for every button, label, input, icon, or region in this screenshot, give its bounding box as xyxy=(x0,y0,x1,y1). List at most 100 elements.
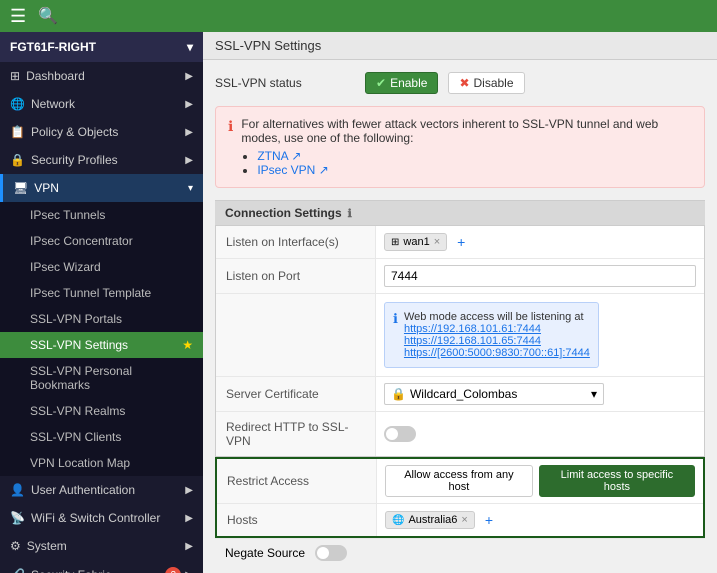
security-fabric-badge: 2 xyxy=(165,567,181,573)
sidebar-item-security-fabric[interactable]: 🔗 Security Fabric 2 ▶ xyxy=(0,560,203,573)
warning-content: For alternatives with fewer attack vecto… xyxy=(241,117,692,177)
sidebar-item-security-profiles[interactable]: 🔒 Security Profiles ▶ xyxy=(0,146,203,174)
sidebar-sub-item-ssl-vpn-settings[interactable]: SSL-VPN Settings ★ xyxy=(0,332,203,358)
sidebar: FGT61F-RIGHT ▾ ⊞ Dashboard ▶ 🌐 Network ▶… xyxy=(0,32,203,573)
network-icon: 🌐 xyxy=(10,97,25,111)
negate-source-toggle[interactable] xyxy=(315,545,347,561)
sidebar-sub-item-ipsec-wizard[interactable]: IPsec Wizard xyxy=(0,254,203,280)
chevron-right-icon: ▶ xyxy=(185,71,193,82)
host-tag[interactable]: 🌐 Australia6 × xyxy=(385,511,475,529)
sidebar-sub-item-ipsec-tunnel-template[interactable]: IPsec Tunnel Template xyxy=(0,280,203,306)
sidebar-item-label: Security Profiles xyxy=(31,153,118,167)
sidebar-item-label: VPN xyxy=(34,181,59,195)
policy-icon: 📋 xyxy=(10,125,25,139)
sidebar-sub-item-ipsec-concentrator[interactable]: IPsec Concentrator xyxy=(0,228,203,254)
tag-close-icon[interactable]: × xyxy=(434,236,440,248)
sidebar-item-label: Dashboard xyxy=(26,69,85,83)
fabric-icon: 🔗 xyxy=(10,568,25,573)
info-box: ℹ Web mode access will be listening at h… xyxy=(384,302,599,368)
sidebar-item-label: System xyxy=(27,539,67,553)
server-cert-row: Server Certificate 🔒 Wildcard_Colombas ▾ xyxy=(216,377,704,412)
menu-icon[interactable]: ☰ xyxy=(10,6,26,27)
device-selector[interactable]: FGT61F-RIGHT ▾ xyxy=(0,32,203,62)
redirect-http-toggle-button[interactable] xyxy=(384,426,416,442)
warning-icon: ℹ xyxy=(228,118,233,177)
listen-port-row: Listen on Port xyxy=(216,259,704,294)
network-grid-icon: ⊞ xyxy=(391,237,399,248)
sidebar-sub-item-vpn-location-map[interactable]: VPN Location Map xyxy=(0,450,203,476)
sidebar-item-label: User Authentication xyxy=(31,483,135,497)
allow-any-host-button[interactable]: Allow access from any host xyxy=(385,465,533,497)
add-host-button[interactable]: + xyxy=(479,510,499,530)
top-bar: ☰ 🔍 xyxy=(0,0,717,32)
dashboard-icon: ⊞ xyxy=(10,69,20,83)
ssl-vpn-status-row: SSL-VPN status ✔ Enable ✖ Disable xyxy=(215,72,705,94)
listen-interface-row: Listen on Interface(s) ⊞ wan1 × + xyxy=(216,226,704,259)
vpn-icon: 🖥 xyxy=(13,181,28,195)
chevron-right-icon: ▶ xyxy=(185,570,193,573)
sidebar-sub-item-ssl-vpn-portals[interactable]: SSL-VPN Portals xyxy=(0,306,203,332)
web-mode-url-2[interactable]: https://192.168.101.65:7444 xyxy=(404,335,541,347)
sidebar-item-label: Policy & Objects xyxy=(31,125,118,139)
chevron-right-icon: ▶ xyxy=(185,541,193,552)
sidebar-item-vpn[interactable]: 🖥 VPN ▾ xyxy=(0,174,203,202)
disable-button[interactable]: ✖ Disable xyxy=(448,72,524,94)
restrict-access-header: Restrict Access Allow access from any ho… xyxy=(217,459,703,504)
redirect-http-toggle xyxy=(376,412,704,456)
ssl-vpn-status-label: SSL-VPN status xyxy=(215,76,355,90)
sidebar-item-label: WiFi & Switch Controller xyxy=(31,511,160,525)
web-mode-info-row: ℹ Web mode access will be listening at h… xyxy=(216,294,704,377)
host-tag-close-icon[interactable]: × xyxy=(461,514,467,526)
listen-port-value xyxy=(376,259,704,293)
web-mode-url-1[interactable]: https://192.168.101.61:7444 xyxy=(404,323,541,335)
host-icon: 🌐 xyxy=(392,515,404,526)
info-box-icon: ℹ xyxy=(393,311,398,359)
dropdown-chevron-icon: ▾ xyxy=(591,387,597,401)
chevron-right-icon: ▶ xyxy=(185,99,193,110)
restrict-access-label: Restrict Access xyxy=(217,459,377,503)
limit-hosts-button[interactable]: Limit access to specific hosts xyxy=(539,465,695,497)
sidebar-item-label: Network xyxy=(31,97,75,111)
sidebar-item-dashboard[interactable]: ⊞ Dashboard ▶ xyxy=(0,62,203,90)
external-link-icon: ↗ xyxy=(319,163,329,177)
server-cert-dropdown[interactable]: 🔒 Wildcard_Colombas ▾ xyxy=(384,383,604,405)
device-name: FGT61F-RIGHT xyxy=(10,40,96,54)
system-icon: ⚙ xyxy=(10,539,21,553)
add-interface-button[interactable]: + xyxy=(451,232,471,252)
info-icon[interactable]: ℹ xyxy=(348,207,352,220)
listen-interface-label: Listen on Interface(s) xyxy=(216,226,376,258)
content-area: SSL-VPN Settings SSL-VPN status ✔ Enable… xyxy=(203,32,717,573)
sidebar-sub-item-ssl-vpn-clients[interactable]: SSL-VPN Clients xyxy=(0,424,203,450)
hosts-label: Hosts xyxy=(217,504,377,536)
sidebar-sub-item-ipsec-tunnels[interactable]: IPsec Tunnels xyxy=(0,202,203,228)
interface-tag[interactable]: ⊞ wan1 × xyxy=(384,233,447,251)
ztna-link[interactable]: ZTNA ↗ xyxy=(257,149,301,163)
enable-button[interactable]: ✔ Enable xyxy=(365,72,438,94)
sidebar-item-network[interactable]: 🌐 Network ▶ xyxy=(0,90,203,118)
web-mode-url-3[interactable]: https://[2600:5000:9830:700::61]:7444 xyxy=(404,347,590,359)
search-icon[interactable]: 🔍 xyxy=(38,6,58,26)
sidebar-item-system[interactable]: ⚙ System ▶ xyxy=(0,532,203,560)
device-chevron-icon: ▾ xyxy=(187,40,193,54)
web-mode-label xyxy=(216,294,376,376)
sidebar-item-wifi-switch[interactable]: 📡 WiFi & Switch Controller ▶ xyxy=(0,504,203,532)
check-icon: ✔ xyxy=(376,76,386,90)
listen-port-input[interactable] xyxy=(384,265,696,287)
chevron-right-icon: ▶ xyxy=(185,127,193,138)
ipsec-vpn-link[interactable]: IPsec VPN ↗ xyxy=(257,163,328,177)
sidebar-sub-item-ssl-vpn-realms[interactable]: SSL-VPN Realms xyxy=(0,398,203,424)
wifi-icon: 📡 xyxy=(10,511,25,525)
chevron-right-icon: ▶ xyxy=(185,485,193,496)
sidebar-item-user-auth[interactable]: 👤 User Authentication ▶ xyxy=(0,476,203,504)
sidebar-sub-item-ssl-vpn-personal-bookmarks[interactable]: SSL-VPN Personal Bookmarks xyxy=(0,358,203,398)
web-mode-info-box: ℹ Web mode access will be listening at h… xyxy=(376,294,704,376)
redirect-http-label: Redirect HTTP to SSL-VPN xyxy=(216,412,376,456)
connection-settings-form: Listen on Interface(s) ⊞ wan1 × + Listen… xyxy=(215,225,705,457)
negate-source-label: Negate Source xyxy=(225,546,305,560)
warning-box: ℹ For alternatives with fewer attack vec… xyxy=(215,106,705,188)
content-body: SSL-VPN status ✔ Enable ✖ Disable ℹ For … xyxy=(203,60,717,573)
restrict-access-options: Allow access from any host Limit access … xyxy=(377,459,703,503)
vpn-submenu: IPsec Tunnels IPsec Concentrator IPsec W… xyxy=(0,202,203,476)
restrict-access-section: Restrict Access Allow access from any ho… xyxy=(215,457,705,538)
sidebar-item-policy-objects[interactable]: 📋 Policy & Objects ▶ xyxy=(0,118,203,146)
